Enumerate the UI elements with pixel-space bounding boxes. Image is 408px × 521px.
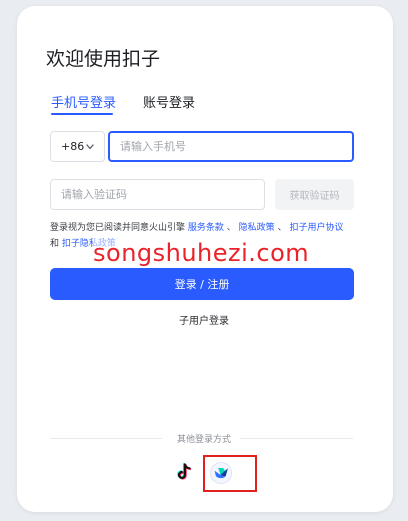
agreement-conjunction: 和 xyxy=(50,239,60,249)
douyin-icon[interactable] xyxy=(174,462,194,482)
feishu-icon xyxy=(210,462,232,484)
phone-input[interactable] xyxy=(108,131,354,162)
agreement-separator: 、 xyxy=(226,223,236,233)
verification-code-input[interactable] xyxy=(50,179,265,210)
page-title: 欢迎使用扣子 xyxy=(46,48,161,70)
agreement-separator: 、 xyxy=(277,223,287,233)
active-tab-indicator xyxy=(51,113,113,115)
tab-phone-login[interactable]: 手机号登录 xyxy=(51,92,116,111)
feishu-login-button[interactable] xyxy=(203,455,257,492)
login-register-button[interactable]: 登录 / 注册 xyxy=(50,268,354,300)
tab-account-login[interactable]: 账号登录 xyxy=(143,92,195,111)
country-code-select[interactable]: +86 xyxy=(50,131,105,162)
terms-of-service-link[interactable]: 服务条款 xyxy=(188,223,224,233)
watermark-text: songshuhezi.com xyxy=(93,239,310,267)
divider-right xyxy=(240,438,353,439)
user-agreement-link[interactable]: 扣子用户协议 xyxy=(289,223,343,233)
sub-user-login-link[interactable]: 子用户登录 xyxy=(0,312,408,327)
get-code-button[interactable]: 获取验证码 xyxy=(275,179,354,210)
agreement-prefix: 登录视为您已阅读并同意火山引擎 xyxy=(50,223,186,233)
chevron-down-icon xyxy=(86,144,94,150)
country-code-value: +86 xyxy=(61,140,85,153)
privacy-policy-link[interactable]: 隐私政策 xyxy=(239,223,275,233)
